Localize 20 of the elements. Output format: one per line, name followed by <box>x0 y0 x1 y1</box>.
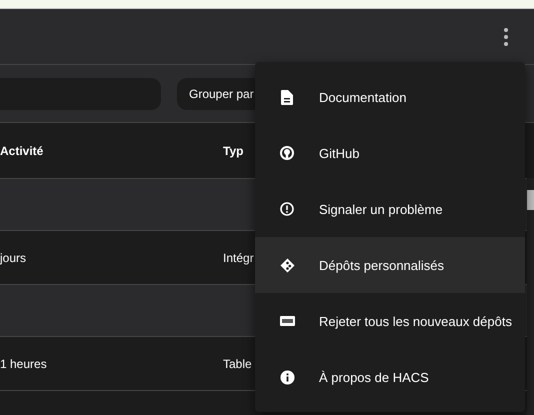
alert-icon <box>280 202 294 216</box>
more-options-icon[interactable] <box>504 28 508 46</box>
info-icon <box>280 370 294 384</box>
menu-item[interactable]: GitHub <box>255 125 525 181</box>
new-badge-icon <box>280 316 294 326</box>
table-cell-text: jours <box>0 250 28 264</box>
table-cell: Table <box>223 356 252 370</box>
document-icon <box>281 90 293 104</box>
menu-item[interactable]: Signaler un problème <box>255 181 525 237</box>
table-cell-text: 1 heures <box>0 356 48 370</box>
scrollbar-thumb[interactable] <box>527 190 534 210</box>
menu-item[interactable]: Dépôts personnalisés <box>255 237 525 293</box>
menu-item[interactable]: À propos de HACS <box>255 349 525 405</box>
github-icon <box>280 146 294 160</box>
git-icon <box>280 258 294 272</box>
scrollbar[interactable] <box>527 178 534 415</box>
column-header[interactable]: Typ <box>223 144 244 158</box>
table-cell: Intégr <box>223 250 254 264</box>
column-header[interactable]: Activité <box>0 144 223 158</box>
menu-item[interactable]: Rejeter tous les nouveaux dépôts <box>255 293 525 349</box>
